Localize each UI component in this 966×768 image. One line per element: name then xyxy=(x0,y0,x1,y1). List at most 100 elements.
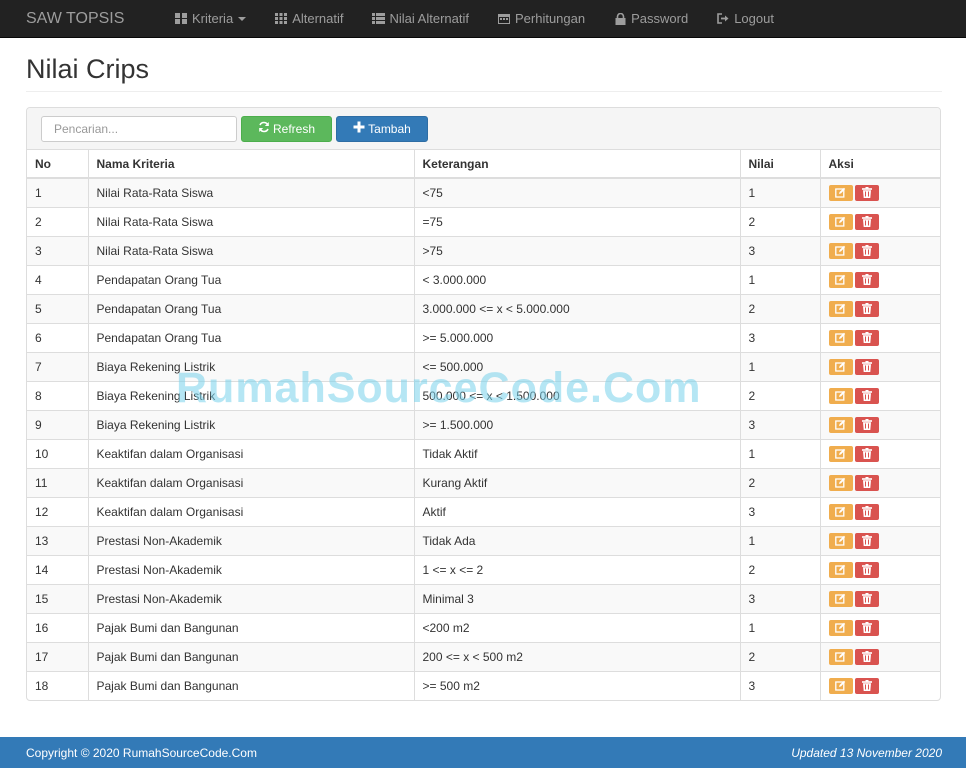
cell-keterangan: <= 500.000 xyxy=(413,351,740,381)
delete-button[interactable] xyxy=(854,474,879,491)
cell-nilai: 1 xyxy=(739,525,820,555)
edit-button[interactable] xyxy=(828,648,853,665)
add-button[interactable]: Tambah xyxy=(336,115,428,142)
cell-nama-kriteria: Pajak Bumi dan Bangunan xyxy=(87,670,414,700)
cell-nama-kriteria: Keaktifan dalam Organisasi xyxy=(87,438,414,468)
cell-nilai: 1 xyxy=(739,438,820,468)
cell-keterangan: 1 <= x <= 2 xyxy=(413,554,740,584)
edit-button[interactable] xyxy=(828,532,853,549)
cell-aksi xyxy=(819,177,940,207)
edit-button[interactable] xyxy=(828,474,853,491)
cell-aksi xyxy=(819,467,940,497)
trash-icon xyxy=(861,303,872,314)
nav-item-kriteria[interactable]: Kriteria xyxy=(160,0,260,38)
edit-icon xyxy=(835,361,846,372)
edit-button[interactable] xyxy=(828,271,853,288)
cell-keterangan: 500.000 <= x < 1.500.000 xyxy=(413,380,740,410)
cell-no: 4 xyxy=(27,264,88,294)
cell-no: 11 xyxy=(27,467,88,497)
edit-button[interactable] xyxy=(828,561,853,578)
edit-button[interactable] xyxy=(828,619,853,636)
cell-nama-kriteria: Nilai Rata-Rata Siswa xyxy=(87,177,414,207)
delete-button[interactable] xyxy=(854,213,879,230)
edit-button[interactable] xyxy=(828,677,853,694)
cell-nama-kriteria: Pendapatan Orang Tua xyxy=(87,264,414,294)
cell-no: 18 xyxy=(27,670,88,700)
cell-nama-kriteria: Keaktifan dalam Organisasi xyxy=(87,496,414,526)
nav-item-nilai-alternatif[interactable]: Nilai Alternatif xyxy=(358,0,483,38)
cell-no: 2 xyxy=(27,206,88,236)
trash-icon xyxy=(861,535,872,546)
delete-button[interactable] xyxy=(854,648,879,665)
edit-button[interactable] xyxy=(828,242,853,259)
cell-keterangan: <200 m2 xyxy=(413,612,740,642)
delete-button[interactable] xyxy=(854,416,879,433)
delete-button[interactable] xyxy=(854,271,879,288)
edit-icon xyxy=(835,332,846,343)
table-row: 13 Prestasi Non-Akademik Tidak Ada 1 xyxy=(27,525,940,555)
cell-keterangan: >= 1.500.000 xyxy=(413,409,740,439)
cell-keterangan: Minimal 3 xyxy=(413,583,740,613)
cell-keterangan: 200 <= x < 500 m2 xyxy=(413,641,740,671)
delete-button[interactable] xyxy=(854,329,879,346)
criteria-values-table: No Nama Kriteria Keterangan Nilai Aksi 1… xyxy=(27,150,940,700)
cell-aksi xyxy=(819,641,940,671)
table-row: 2 Nilai Rata-Rata Siswa =75 2 xyxy=(27,206,940,236)
table-row: 12 Keaktifan dalam Organisasi Aktif 3 xyxy=(27,496,940,526)
cell-nama-kriteria: Biaya Rekening Listrik xyxy=(87,351,414,381)
delete-button[interactable] xyxy=(854,184,879,201)
navbar-brand[interactable]: SAW TOPSIS xyxy=(0,10,160,28)
table-row: 6 Pendapatan Orang Tua >= 5.000.000 3 xyxy=(27,322,940,352)
cell-no: 7 xyxy=(27,351,88,381)
cell-nama-kriteria: Pajak Bumi dan Bangunan xyxy=(87,612,414,642)
list-icon xyxy=(372,13,386,25)
nav-item-alternatif[interactable]: Alternatif xyxy=(260,0,357,38)
cell-no: 15 xyxy=(27,583,88,613)
delete-button[interactable] xyxy=(854,619,879,636)
cell-nilai: 3 xyxy=(739,322,820,352)
delete-button[interactable] xyxy=(854,242,879,259)
edit-button[interactable] xyxy=(828,358,853,375)
nav-item-logout[interactable]: Logout xyxy=(702,0,788,38)
delete-button[interactable] xyxy=(854,532,879,549)
cell-nama-kriteria: Prestasi Non-Akademik xyxy=(87,525,414,555)
edit-icon xyxy=(835,216,846,227)
edit-button[interactable] xyxy=(828,329,853,346)
refresh-button[interactable]: Refresh xyxy=(241,115,332,142)
delete-button[interactable] xyxy=(854,561,879,578)
edit-button[interactable] xyxy=(828,503,853,520)
delete-button[interactable] xyxy=(854,445,879,462)
edit-button[interactable] xyxy=(828,445,853,462)
delete-button[interactable] xyxy=(854,590,879,607)
edit-button[interactable] xyxy=(828,590,853,607)
add-button-label: Tambah xyxy=(368,121,411,136)
th-icon xyxy=(274,13,288,25)
cell-no: 16 xyxy=(27,612,88,642)
edit-button[interactable] xyxy=(828,184,853,201)
search-input[interactable] xyxy=(41,115,237,142)
nav-item-label: Logout xyxy=(734,11,774,26)
delete-button[interactable] xyxy=(854,387,879,404)
delete-button[interactable] xyxy=(854,503,879,520)
edit-button[interactable] xyxy=(828,213,853,230)
cell-nilai: 1 xyxy=(739,612,820,642)
edit-button[interactable] xyxy=(828,387,853,404)
trash-icon xyxy=(861,332,872,343)
cell-aksi xyxy=(819,351,940,381)
cell-nama-kriteria: Prestasi Non-Akademik xyxy=(87,583,414,613)
cell-nama-kriteria: Nilai Rata-Rata Siswa xyxy=(87,235,414,265)
nav-item-perhitungan[interactable]: Perhitungan xyxy=(483,0,599,38)
table-row: 11 Keaktifan dalam Organisasi Kurang Aktif… xyxy=(27,467,940,497)
cell-nama-kriteria: Prestasi Non-Akademik xyxy=(87,554,414,584)
cell-no: 3 xyxy=(27,235,88,265)
edit-button[interactable] xyxy=(828,416,853,433)
delete-button[interactable] xyxy=(854,300,879,317)
table-body: 1 Nilai Rata-Rata Siswa <75 1 2 Nilai Rata-Ra… xyxy=(27,177,940,700)
delete-button[interactable] xyxy=(854,358,879,375)
refresh-button-label: Refresh xyxy=(272,121,316,136)
cell-aksi xyxy=(819,496,940,526)
cell-keterangan: >75 xyxy=(413,235,740,265)
delete-button[interactable] xyxy=(854,677,879,694)
nav-item-password[interactable]: Password xyxy=(599,0,702,38)
edit-button[interactable] xyxy=(828,300,853,317)
